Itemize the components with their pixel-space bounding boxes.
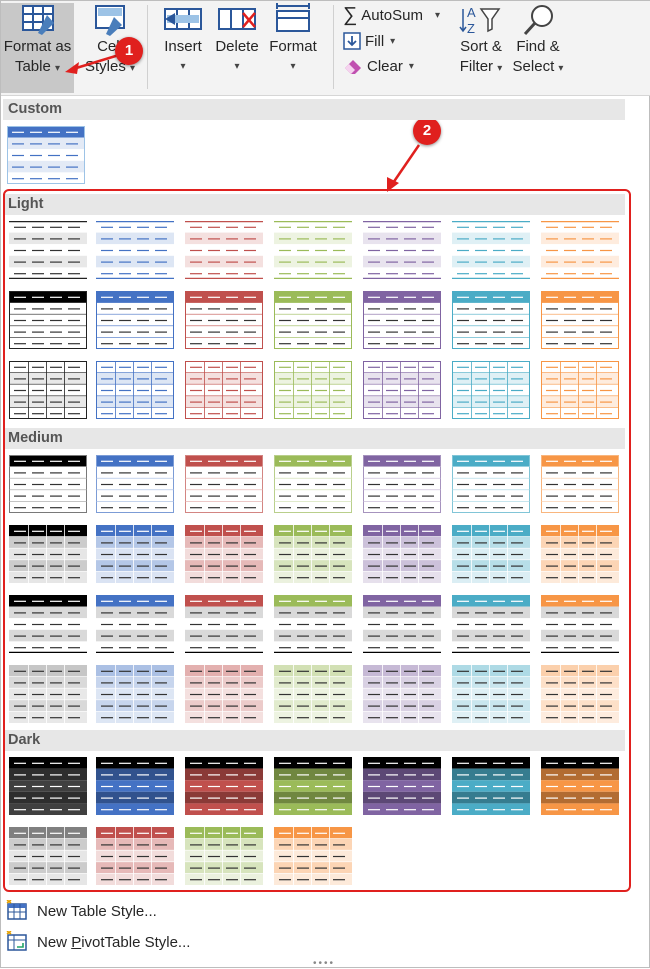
callout-arrow-2 — [391, 144, 421, 184]
callout-badge-1: 1 — [115, 37, 143, 65]
new-table-style-label: New Table Style... — [37, 902, 157, 920]
table-style-thumbnail[interactable] — [7, 126, 85, 184]
section-header-custom: Custom — [3, 99, 625, 120]
highlight-box — [3, 189, 631, 892]
new-pivot-style-icon — [6, 931, 27, 951]
format-as-table-dropdown: Format as Table ▾ Cell Styles ▾ Insert ▾ — [0, 0, 650, 969]
new-pivottable-style-item[interactable]: New PivotTable Style... — [5, 929, 190, 955]
new-table-style-item[interactable]: New Table Style... — [5, 898, 157, 924]
new-pivot-style-label: New PivotTable Style... — [37, 933, 191, 951]
new-table-style-icon — [6, 900, 27, 920]
callout-arrow-1 — [72, 53, 120, 71]
callout-badge-2: 2 — [413, 117, 441, 145]
arrow-head-1 — [65, 62, 79, 74]
resize-grip[interactable]: •••• — [313, 958, 335, 969]
